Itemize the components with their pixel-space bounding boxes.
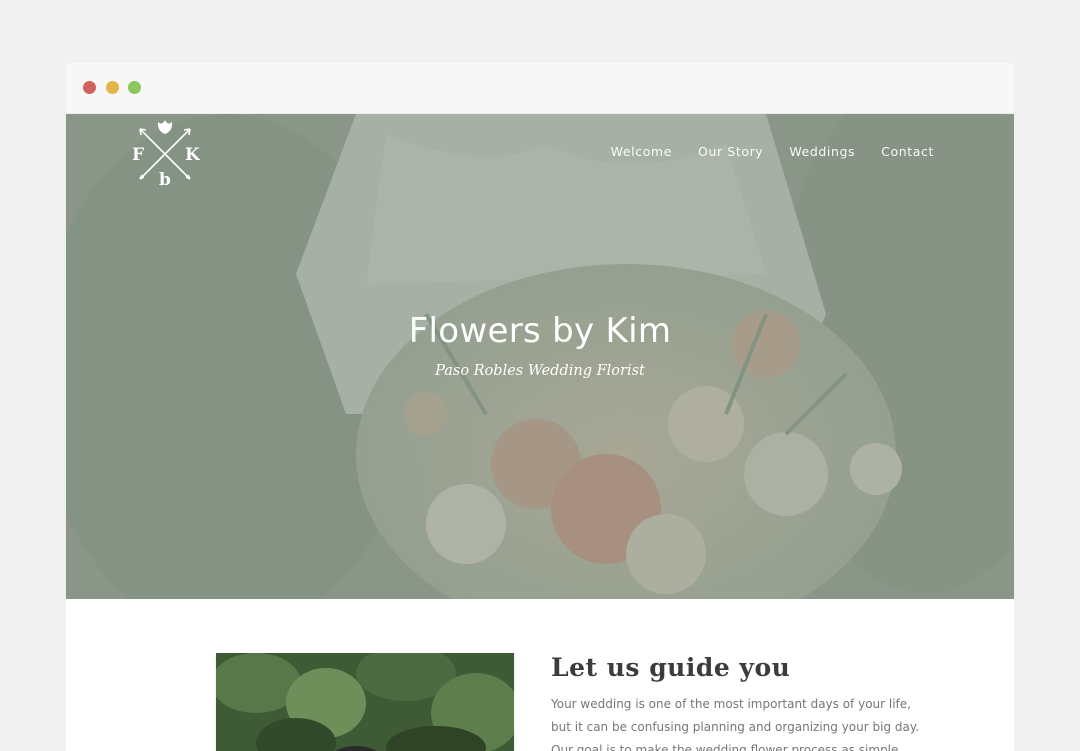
flowers-by-kim-logo[interactable]: F K b bbox=[130, 117, 200, 187]
logo-letter-f: F bbox=[132, 145, 144, 165]
hero-overlay bbox=[66, 114, 1014, 599]
intro-paragraph: Your wedding is one of the most importan… bbox=[551, 693, 920, 751]
browser-window: F K b Welcome Our Story Weddings Contact… bbox=[66, 62, 1014, 751]
hero-banner: F K b Welcome Our Story Weddings Contact… bbox=[66, 114, 1014, 599]
nav-our-story[interactable]: Our Story bbox=[698, 144, 763, 159]
main-navigation: Welcome Our Story Weddings Contact bbox=[611, 144, 934, 159]
logo-letter-b: b bbox=[159, 170, 171, 187]
hero-subtitle: Paso Robles Wedding Florist bbox=[435, 363, 645, 379]
close-window-button[interactable] bbox=[83, 81, 96, 94]
nav-welcome[interactable]: Welcome bbox=[611, 144, 672, 159]
hero-title: Flowers by Kim bbox=[408, 311, 672, 351]
intro-line: but it can be confusing planning and org… bbox=[551, 720, 920, 734]
intro-line: Your wedding is one of the most importan… bbox=[551, 697, 911, 711]
window-titlebar bbox=[66, 62, 1014, 114]
intro-line: Our goal is to make the wedding flower p… bbox=[551, 743, 899, 751]
nav-contact[interactable]: Contact bbox=[881, 144, 934, 159]
intro-heading: Let us guide you bbox=[551, 653, 791, 682]
minimize-window-button[interactable] bbox=[106, 81, 119, 94]
nav-weddings[interactable]: Weddings bbox=[789, 144, 855, 159]
logo-letter-k: K bbox=[185, 145, 200, 165]
intro-section: Let us guide you Your wedding is one of … bbox=[66, 599, 1014, 751]
florist-portrait-image bbox=[216, 653, 514, 751]
maximize-window-button[interactable] bbox=[128, 81, 141, 94]
